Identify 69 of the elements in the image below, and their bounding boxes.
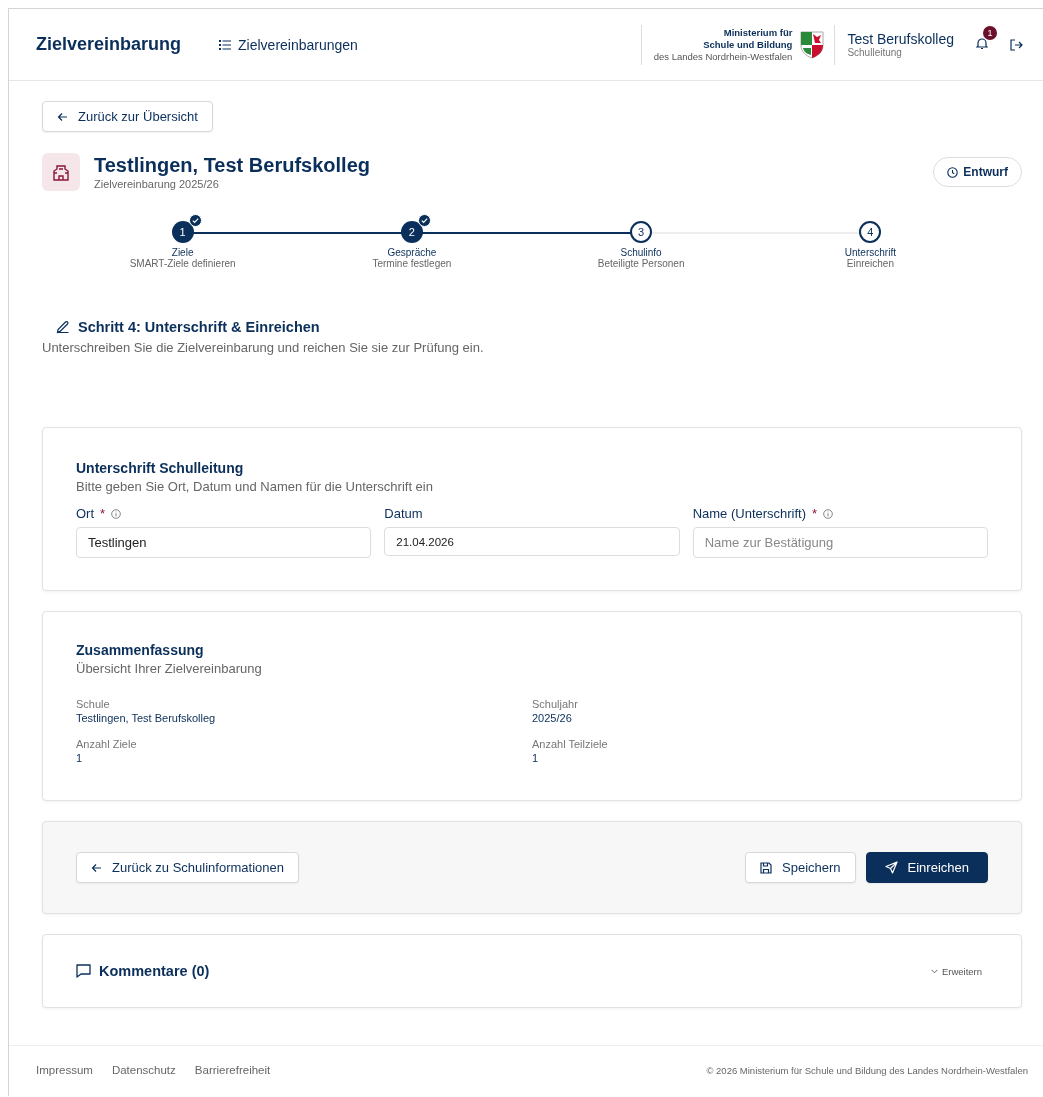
- list-icon: [219, 39, 232, 50]
- summary-label: Anzahl Teilziele: [532, 738, 609, 750]
- field-label: Name (Unterschrift): [692, 506, 807, 521]
- ministry-name: Schule und Bildung: [703, 38, 793, 51]
- expand-button[interactable]: Erweitern: [924, 964, 988, 978]
- send-icon: [884, 861, 898, 874]
- submit-button[interactable]: Einreichen: [865, 852, 988, 883]
- copyright-text: © 2026 Ministerium für Schule und Bildung des Landes Nordrhein-Westfalen: [706, 1064, 1028, 1076]
- step-number[interactable]: 3: [630, 221, 653, 243]
- summary-value: 1: [76, 752, 84, 764]
- summary-label: Schule: [76, 698, 111, 710]
- logout-icon[interactable]: [1010, 38, 1023, 51]
- field-label: Datum: [384, 506, 423, 521]
- back-button[interactable]: Zurück zu Schulinformationen: [76, 852, 299, 883]
- save-icon: [760, 861, 772, 874]
- page-title: Testlingen, Test Berufskolleg: [94, 154, 370, 177]
- required-mark: *: [812, 506, 818, 521]
- step-title: Schulinfo: [620, 247, 662, 258]
- footer-link[interactable]: Barrierefreiheit: [194, 1064, 271, 1076]
- step-number[interactable]: 1: [171, 221, 194, 243]
- notification-bell-icon[interactable]: [976, 36, 988, 50]
- step-title: Gespräche: [387, 247, 437, 258]
- input-field[interactable]: Testlingen: [76, 527, 372, 558]
- footer-link[interactable]: Datenschutz: [111, 1064, 176, 1076]
- card-description: Übersicht Ihrer Zielvereinbarung: [76, 661, 263, 676]
- save-button[interactable]: Speichern: [745, 852, 856, 883]
- arrow-left-icon: [57, 111, 68, 122]
- step-subtitle: Beteiligte Personen: [597, 258, 685, 269]
- notification-count: 1: [983, 25, 997, 40]
- summary-label: Anzahl Ziele: [76, 738, 138, 750]
- comment-icon: [76, 964, 91, 978]
- step-number[interactable]: 4: [859, 221, 882, 243]
- page-subtitle: Zielvereinbarung 2025/26: [94, 178, 220, 190]
- section-description: Unterschreiben Sie die Zielvereinbarung und reichen Sie sie zur Prüfung ein.: [42, 340, 485, 355]
- chevron-down-icon: [930, 968, 938, 974]
- comments-title: Kommentare (0): [99, 963, 210, 979]
- clock-icon: [947, 166, 959, 178]
- app-brand: Zielvereinbarung: [36, 34, 182, 55]
- input-field[interactable]: 21.04.2026: [384, 527, 680, 556]
- card-description: Bitte geben Sie Ort, Datum und Namen für die Unterschrift ein: [76, 479, 434, 494]
- step-subtitle: Termine festlegen: [372, 258, 452, 269]
- field-label: Ort: [76, 506, 95, 521]
- step-subtitle: Einreichen: [846, 258, 894, 269]
- card-title: Unterschrift Schulleitung: [76, 460, 245, 476]
- step-title: Ziele: [171, 247, 194, 258]
- ministry-name: des Landes Nordrhein-Westfalen: [653, 50, 793, 63]
- check-icon: [417, 214, 431, 227]
- check-icon: [188, 214, 202, 227]
- step-title: Unterschrift: [844, 247, 896, 258]
- required-mark: *: [100, 506, 106, 521]
- summary-label: Schuljahr: [532, 698, 579, 710]
- school-name: Test Berufskolleg: [847, 31, 954, 47]
- pencil-icon: [56, 320, 70, 334]
- summary-value: 1: [532, 752, 540, 764]
- back-to-overview-button[interactable]: Zurück zur Übersicht: [42, 101, 213, 132]
- nav-link[interactable]: Zielvereinbarungen: [219, 36, 358, 53]
- footer-link[interactable]: Impressum: [36, 1064, 93, 1076]
- ministry-name: Ministerium für: [723, 26, 793, 39]
- coat-of-arms-icon: [800, 30, 825, 59]
- step-subtitle: SMART-Ziele definieren: [129, 258, 236, 269]
- summary-value: 2025/26: [532, 712, 573, 724]
- summary-value: Testlingen, Test Berufskolleg: [76, 712, 217, 724]
- user-role: Schulleitung: [847, 47, 903, 58]
- card-title: Zusammenfassung: [76, 642, 205, 658]
- arrow-left-icon: [91, 862, 102, 873]
- input-field[interactable]: Name zur Bestätigung: [692, 527, 988, 558]
- building-icon: [52, 163, 70, 181]
- step-number[interactable]: 2: [400, 221, 423, 243]
- section-title: Schritt 4: Unterschrift & Einreichen: [78, 319, 320, 335]
